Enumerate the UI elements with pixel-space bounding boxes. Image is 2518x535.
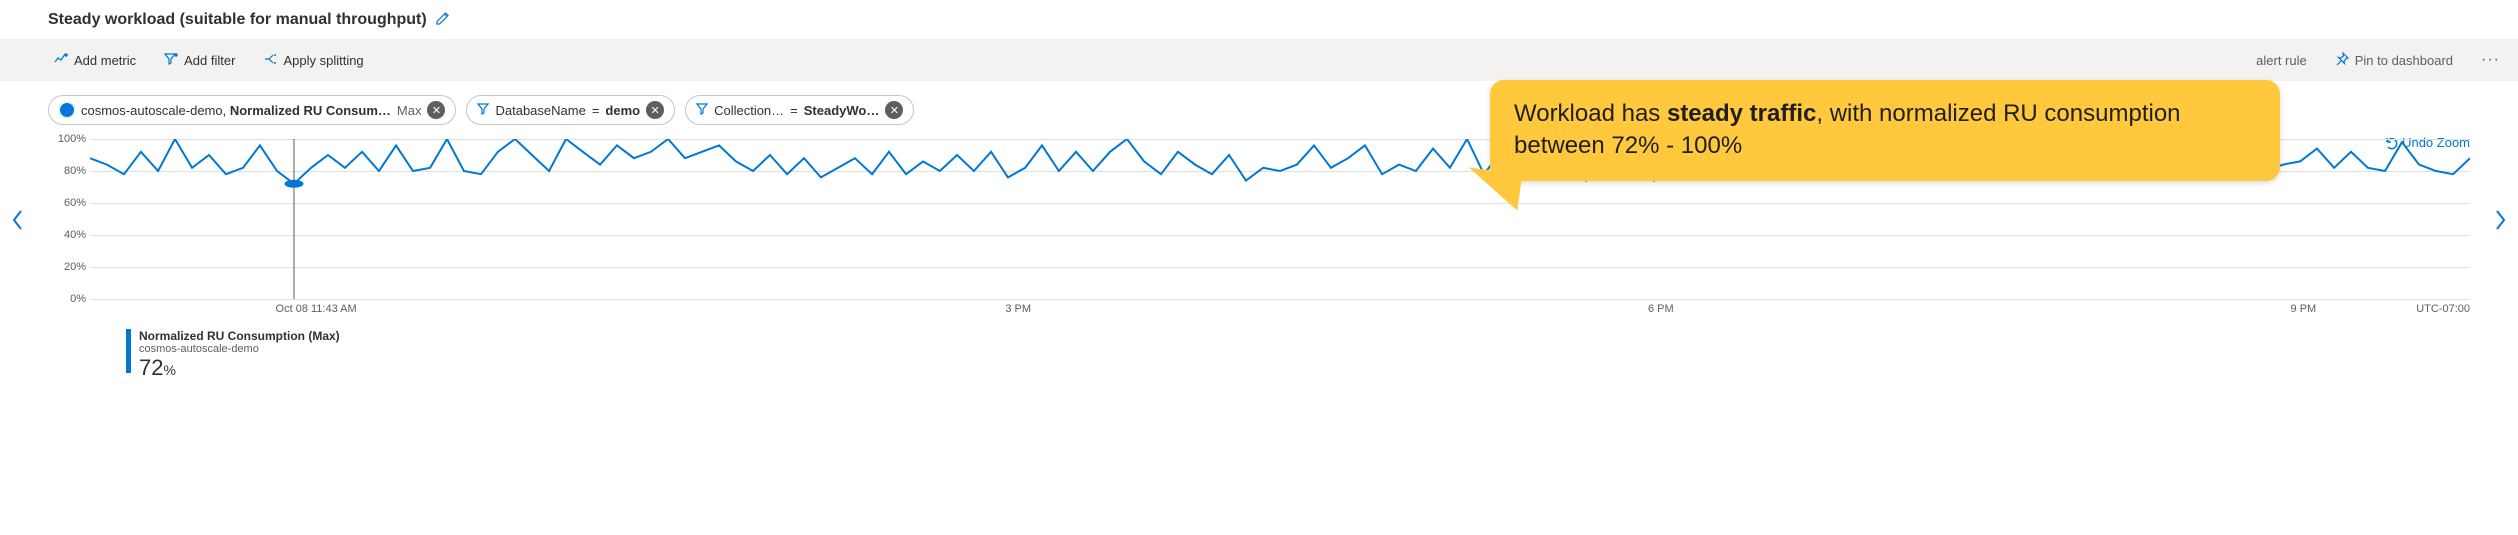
legend-resource-name: cosmos-autoscale-demo <box>139 343 340 355</box>
x-tick-label: 9 PM <box>2291 303 2317 315</box>
legend-series-name: Normalized RU Consumption (Max) <box>139 329 340 343</box>
annotation-callout: Workload has steady traffic, with normal… <box>1490 80 2280 181</box>
apply-splitting-button[interactable]: Apply splitting <box>257 48 369 73</box>
filter1-value: demo <box>605 103 640 118</box>
x-tick-label: 3 PM <box>1005 303 1031 315</box>
alert-rule-button[interactable]: alert rule <box>2250 49 2313 72</box>
chart-toolbar: Add metric Add filter Apply splitting al… <box>0 39 2518 81</box>
add-metric-label: Add metric <box>74 53 136 68</box>
metric-aggregation: Max <box>397 103 422 118</box>
alert-rule-label: alert rule <box>2256 53 2307 68</box>
filter-pill-database[interactable]: DatabaseName = demo ✕ <box>466 95 675 125</box>
filter-pill-collection[interactable]: Collection… = SteadyWo… ✕ <box>685 95 914 125</box>
chart-prev-icon[interactable] <box>6 209 30 237</box>
metric-pill[interactable]: cosmos-autoscale-demo, Normalized RU Con… <box>48 95 456 125</box>
remove-filter2-icon[interactable]: ✕ <box>885 101 903 119</box>
add-filter-icon <box>164 52 178 69</box>
x-tick-label: Oct 08 11:43 AM <box>276 303 357 315</box>
equals-label: = <box>592 103 600 118</box>
metric-pill-text: cosmos-autoscale-demo, Normalized RU Con… <box>81 103 391 118</box>
y-tick-label: 80% <box>48 165 86 177</box>
metric-name: Normalized RU Consum… <box>230 103 391 118</box>
y-tick-label: 40% <box>48 229 86 241</box>
edit-title-icon[interactable] <box>435 10 451 29</box>
add-filter-label: Add filter <box>184 53 235 68</box>
pin-dashboard-label: Pin to dashboard <box>2355 53 2453 68</box>
y-tick-label: 60% <box>48 197 86 209</box>
filter2-value: SteadyWo… <box>804 103 880 118</box>
remove-filter1-icon[interactable]: ✕ <box>646 101 664 119</box>
filter-icon <box>477 103 489 118</box>
filter2-key: Collection… <box>714 103 784 118</box>
equals-label: = <box>790 103 798 118</box>
timezone-label: UTC-07:00 <box>2416 303 2470 315</box>
chart-next-icon[interactable] <box>2488 209 2512 237</box>
add-filter-button[interactable]: Add filter <box>158 48 241 73</box>
legend-color-swatch <box>126 329 131 373</box>
apply-splitting-label: Apply splitting <box>283 53 363 68</box>
legend-value: 72 <box>139 355 163 380</box>
y-tick-label: 100% <box>48 133 86 145</box>
metric-resource: cosmos-autoscale-demo, <box>81 103 230 118</box>
pin-dashboard-button[interactable]: Pin to dashboard <box>2329 48 2459 73</box>
y-tick-label: 0% <box>48 293 86 305</box>
remove-metric-icon[interactable]: ✕ <box>427 101 445 119</box>
callout-prefix: Workload has <box>1514 100 1667 127</box>
add-metric-button[interactable]: Add metric <box>48 48 142 73</box>
chart-legend: Normalized RU Consumption (Max) cosmos-a… <box>126 329 2470 381</box>
filter-icon <box>696 103 708 118</box>
pin-icon <box>2335 52 2349 69</box>
page-title: Steady workload (suitable for manual thr… <box>48 11 427 29</box>
apply-splitting-icon <box>263 52 277 69</box>
x-tick-label: 6 PM <box>1648 303 1674 315</box>
callout-bold: steady traffic <box>1667 100 1816 127</box>
filter1-key: DatabaseName <box>495 103 585 118</box>
legend-unit: % <box>163 362 175 378</box>
add-metric-icon <box>54 52 68 69</box>
cosmos-db-icon <box>59 102 75 118</box>
y-tick-label: 20% <box>48 261 86 273</box>
more-menu-icon[interactable]: ··· <box>2475 47 2506 73</box>
